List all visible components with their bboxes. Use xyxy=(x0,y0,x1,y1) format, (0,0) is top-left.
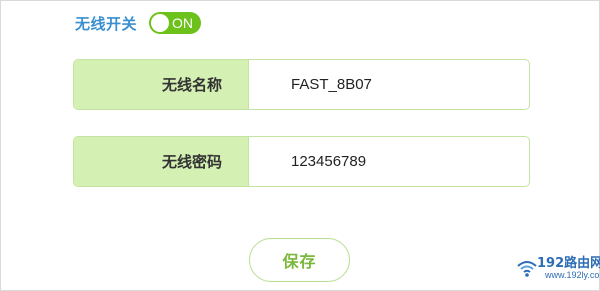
toggle-state-text: ON xyxy=(172,15,194,31)
wifi-switch-row: 无线开关 ON xyxy=(75,11,202,35)
ssid-field: 无线名称 xyxy=(73,59,530,110)
settings-panel: 无线开关 ON 无线名称 无线密码 保存 192路由网 www.192ly.co… xyxy=(0,0,600,291)
password-field: 无线密码 xyxy=(73,136,530,187)
wifi-switch-label: 无线开关 xyxy=(75,14,138,33)
toggle-knob xyxy=(151,14,170,32)
password-label: 无线密码 xyxy=(74,137,249,186)
wifi-icon xyxy=(517,261,537,277)
wifi-toggle[interactable]: ON xyxy=(149,12,202,34)
watermark: 192路由网 www.192ly.com xyxy=(515,250,600,288)
ssid-label: 无线名称 xyxy=(74,60,249,109)
watermark-title: 192路由网 xyxy=(537,256,600,271)
ssid-input[interactable] xyxy=(249,60,529,109)
password-input[interactable] xyxy=(249,137,529,186)
watermark-url: www.192ly.com xyxy=(545,270,600,280)
save-button[interactable]: 保存 xyxy=(249,238,350,282)
